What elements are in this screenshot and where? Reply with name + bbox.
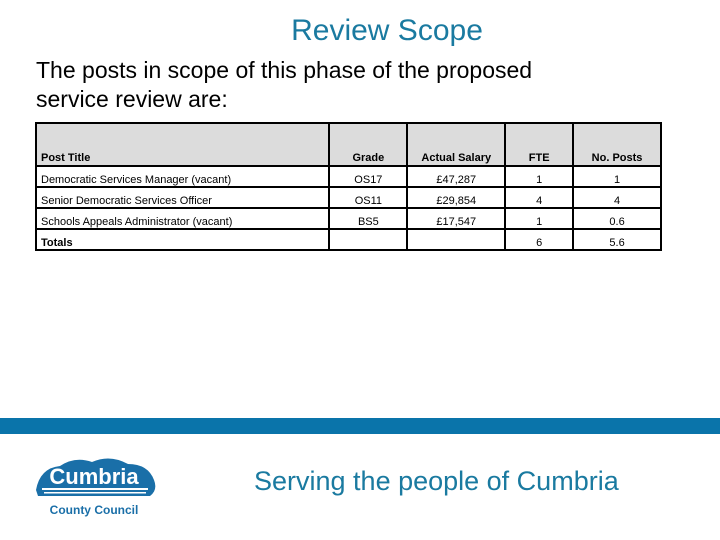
cell-salary: £47,287 bbox=[407, 165, 507, 188]
header-no-posts: No. Posts bbox=[572, 122, 662, 167]
table-row: Senior Democratic Services Officer OS11 … bbox=[34, 186, 662, 209]
intro-text: The posts in scope of this phase of the … bbox=[36, 57, 533, 112]
header-grade: Grade bbox=[328, 122, 409, 167]
footer-tagline: Serving the people of Cumbria bbox=[254, 466, 619, 496]
cumbria-county-council-logo: Cumbria County Council bbox=[36, 458, 156, 517]
table-header-row: Post Title Grade Actual Salary FTE No. P… bbox=[34, 122, 662, 167]
totals-row: Totals 6 5.6 bbox=[34, 228, 662, 251]
footer-bar bbox=[0, 418, 720, 434]
cell-salary: £29,854 bbox=[407, 186, 507, 209]
cell-grade: OS11 bbox=[329, 186, 409, 209]
cell-fte: 1 bbox=[505, 165, 575, 188]
header-fte: FTE bbox=[504, 122, 575, 167]
table-row: Schools Appeals Administrator (vacant) B… bbox=[34, 207, 662, 230]
cell-no-posts: 4 bbox=[573, 186, 662, 209]
slide-title: Review Scope bbox=[291, 14, 483, 47]
cell-no-posts: 1 bbox=[573, 165, 662, 188]
review-scope-table: Post Title Grade Actual Salary FTE No. P… bbox=[34, 122, 662, 251]
cell-salary: £17,547 bbox=[407, 207, 507, 230]
totals-fte: 6 bbox=[505, 228, 575, 251]
totals-salary bbox=[407, 228, 507, 251]
cell-grade: OS17 bbox=[329, 165, 409, 188]
cell-no-posts: 0.6 bbox=[573, 207, 662, 230]
header-actual-salary: Actual Salary bbox=[406, 122, 507, 167]
cell-post-title: Democratic Services Manager (vacant) bbox=[34, 165, 331, 188]
logo-word: Cumbria bbox=[49, 464, 139, 489]
cell-fte: 4 bbox=[505, 186, 575, 209]
totals-label: Totals bbox=[34, 228, 331, 251]
totals-grade bbox=[329, 228, 409, 251]
logo-subtitle: County Council bbox=[50, 503, 139, 517]
header-post-title: Post Title bbox=[34, 122, 331, 167]
cell-grade: BS5 bbox=[329, 207, 409, 230]
totals-no-posts: 5.6 bbox=[573, 228, 662, 251]
cell-fte: 1 bbox=[505, 207, 575, 230]
cell-post-title: Senior Democratic Services Officer bbox=[34, 186, 331, 209]
cell-post-title: Schools Appeals Administrator (vacant) bbox=[34, 207, 331, 230]
table-row: Democratic Services Manager (vacant) OS1… bbox=[34, 165, 662, 188]
